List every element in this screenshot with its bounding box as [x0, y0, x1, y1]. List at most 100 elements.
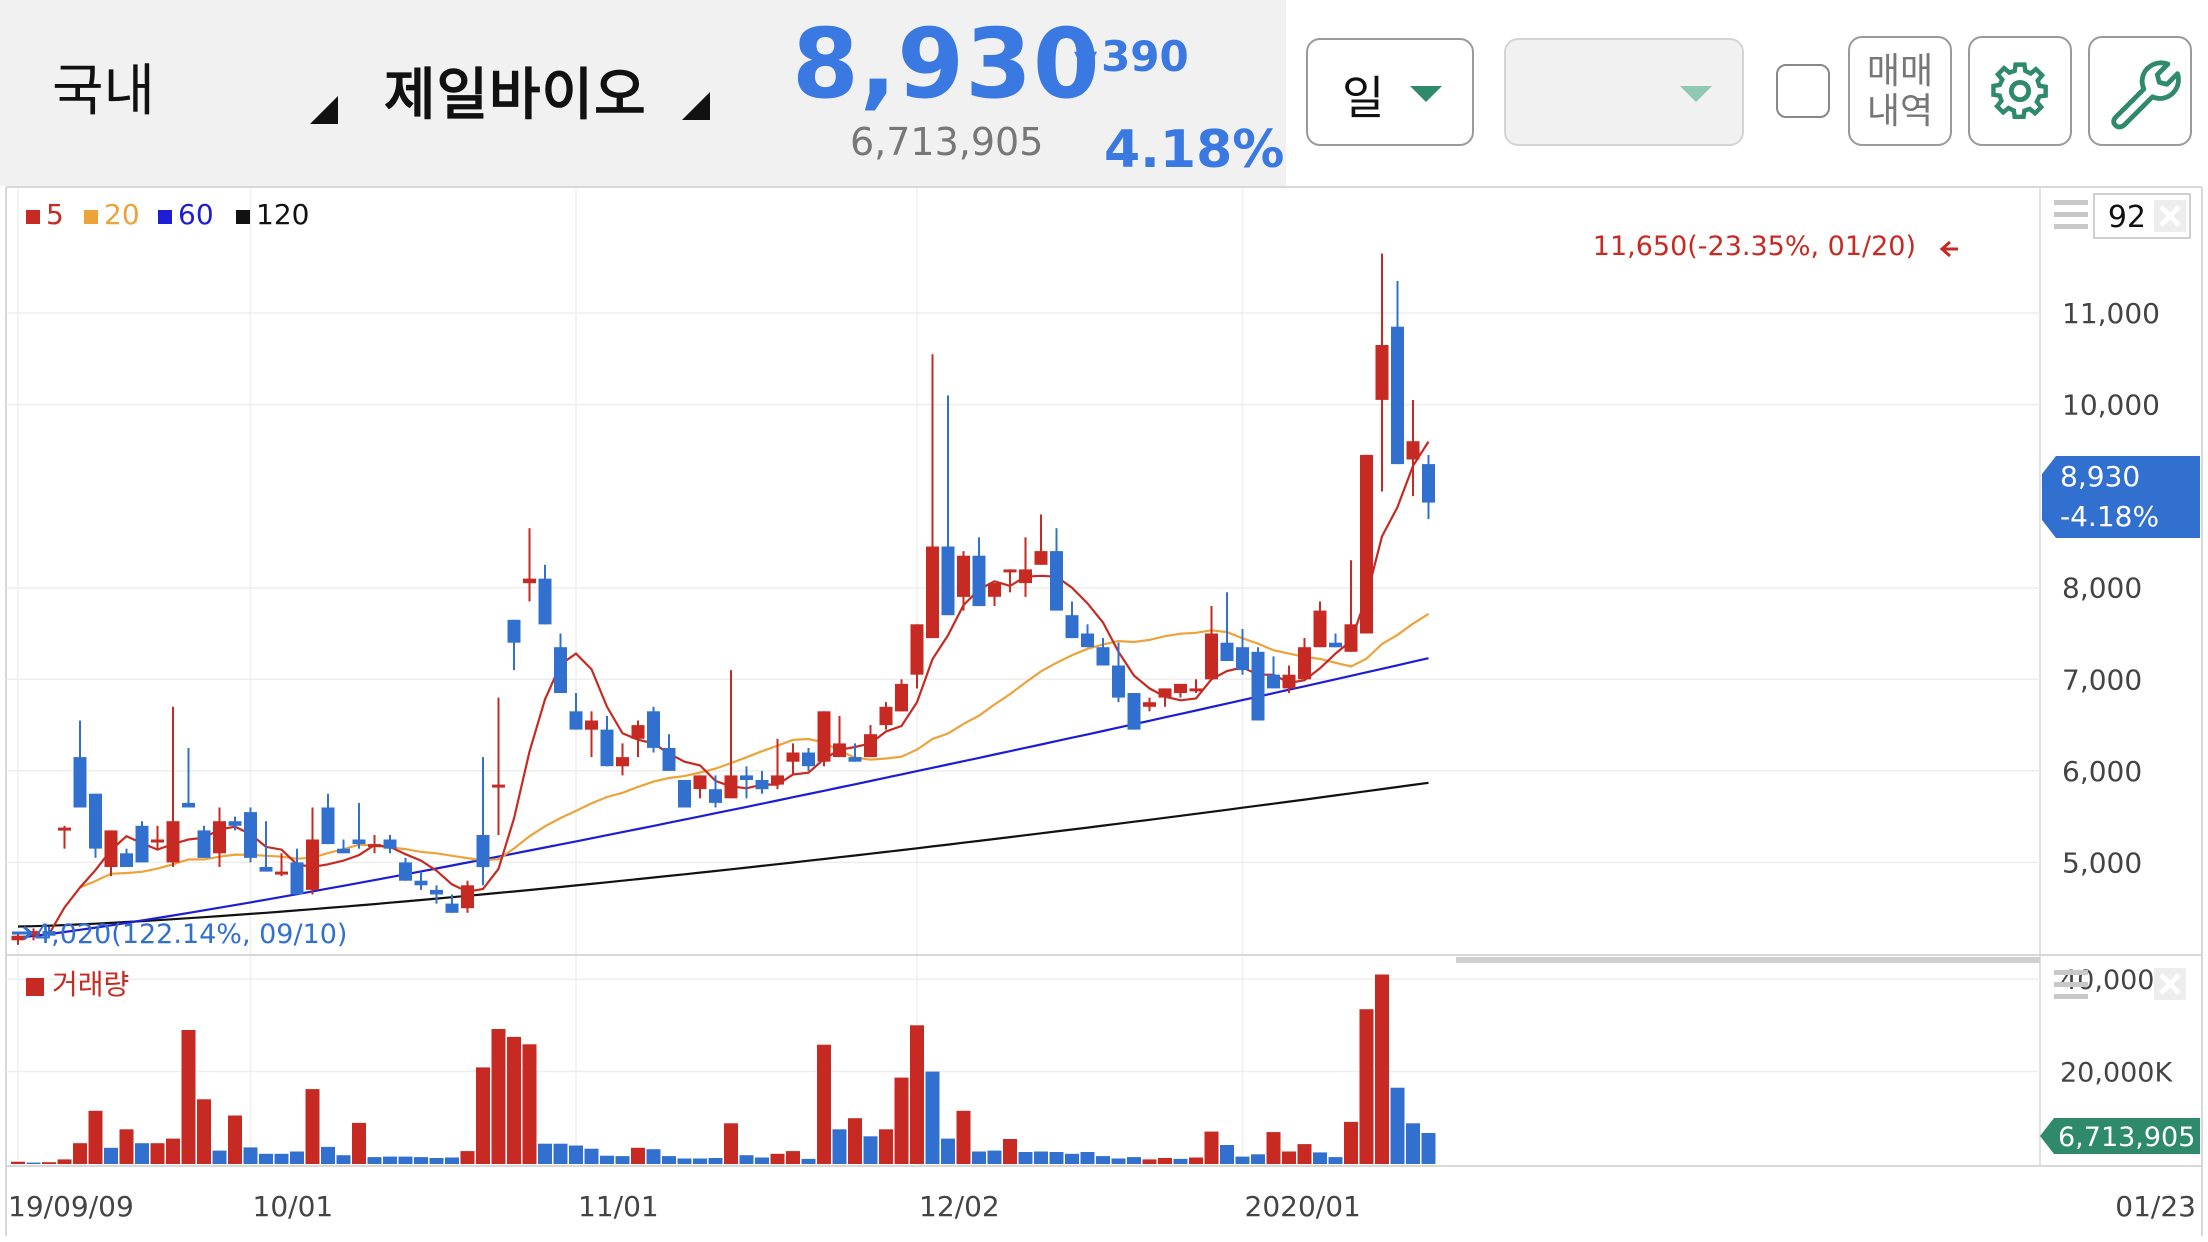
volume-bar [460, 1151, 475, 1164]
candle-body [616, 757, 629, 767]
settings-button[interactable] [1968, 36, 2072, 146]
legend-swatch-ma20 [84, 210, 98, 224]
volume-bar [801, 1158, 816, 1164]
close-icon[interactable] [2154, 200, 2186, 232]
candle-body [1329, 642, 1342, 648]
left-arrow-icon [1939, 240, 1958, 258]
stock-chart[interactable]: 11,000 10,000 8,000 7,000 6,000 5,000 40,000K 2… [0, 186, 2208, 1242]
volume-bar [11, 1161, 25, 1164]
candle-body [1375, 345, 1389, 400]
legend-label-ma120: 120 [256, 198, 309, 231]
volume-bar [538, 1143, 552, 1164]
candle-body [290, 862, 304, 895]
volume-bar [398, 1156, 413, 1164]
grid-lines [6, 188, 2040, 1166]
down-arrow-icon: ▼ [1074, 44, 1098, 79]
compare-checkbox[interactable] [1776, 64, 1830, 118]
quote-panel: 국내 제일바이오 8,930 ▼390 6,713,905 4.18% [0, 0, 1286, 186]
current-volume-label: 6,713,905 [2058, 1122, 2195, 1153]
candle-body [879, 706, 893, 726]
volume-bar [57, 1159, 72, 1164]
volume-bar [104, 1147, 118, 1164]
volume-bar [1328, 1157, 1343, 1164]
indicator-select[interactable] [1504, 38, 1744, 146]
candle-body [104, 830, 118, 867]
candle-body [724, 775, 738, 799]
volume-bar [1390, 1087, 1405, 1164]
volume-legend: 거래량 [26, 968, 129, 1001]
wrench-icon [2111, 60, 2181, 130]
candle-body [197, 830, 211, 858]
candle-body [1189, 688, 1203, 692]
volume-bar [445, 1157, 459, 1164]
stock-dropdown-icon[interactable] [682, 92, 710, 120]
volume-bar [181, 1030, 196, 1164]
candle-body [802, 752, 815, 767]
volume-bar [755, 1157, 769, 1164]
time-tick-label: 11/01 [578, 1190, 659, 1223]
chart-canvas[interactable]: 11,00010,0008,0007,0006,0005,00040,000K2… [0, 186, 2208, 1242]
tools-button[interactable] [2088, 36, 2192, 146]
candle-body [957, 555, 970, 597]
candle-body [492, 784, 505, 788]
low-annotation: 4,020(122.14%, 09/10) [12, 919, 347, 950]
candle-body [864, 734, 877, 758]
legend-label-ma5: 5 [46, 198, 64, 231]
volume-bar [1158, 1158, 1172, 1164]
volume-bar [228, 1115, 242, 1164]
gear-icon [1991, 62, 2048, 120]
candle-body [662, 748, 676, 771]
volume-legend-swatch [26, 978, 44, 996]
candle-body [988, 583, 1001, 597]
trade-history-button[interactable]: 매매 내역 [1848, 36, 1952, 146]
volume-bar [662, 1156, 676, 1164]
candle-body [941, 546, 955, 616]
volume-bar [336, 1155, 351, 1164]
price-menu-icon[interactable] [2054, 200, 2088, 229]
volume-bar [1065, 1153, 1079, 1164]
candle-body [1313, 610, 1327, 648]
volume-bar [848, 1118, 862, 1164]
candle-body [120, 853, 133, 867]
volume-menu-icon[interactable] [2054, 970, 2088, 999]
candle-body [228, 821, 242, 826]
volume-bar [956, 1110, 971, 1164]
close-icon[interactable] [2154, 968, 2186, 1000]
volume-title: 거래량 [52, 968, 129, 1001]
volume-bar [1297, 1144, 1312, 1164]
volume-bar [569, 1145, 583, 1164]
volume-bar [42, 1162, 56, 1164]
volume-bar [786, 1151, 800, 1164]
volume-bar [1406, 1123, 1420, 1164]
volume-bar [708, 1158, 723, 1164]
price-change: ▼390 [1074, 32, 1189, 81]
candle-body [1406, 441, 1420, 460]
volume-bar [631, 1147, 645, 1164]
candle-body [926, 546, 939, 639]
top-bar: 국내 제일바이오 8,930 ▼390 6,713,905 4.18% 일 매매… [0, 0, 2208, 186]
market-selector[interactable]: 국내 [52, 46, 155, 127]
chevron-down-icon [1680, 86, 1712, 102]
volume-bar [1189, 1157, 1203, 1164]
candle-body [1391, 326, 1404, 465]
time-tick-label: 2020/01 [1245, 1190, 1361, 1223]
volume-bar [863, 1136, 878, 1164]
volume-bar [972, 1151, 986, 1164]
period-select[interactable]: 일 [1306, 38, 1474, 146]
axis-labels: 11,00010,0008,0007,0006,0005,00040,000K2… [8, 297, 2196, 1223]
volume-bar [274, 1153, 289, 1164]
volume-bar [677, 1158, 692, 1164]
candle-body [786, 752, 800, 762]
volume-bar [646, 1149, 661, 1164]
volume-bar [1235, 1156, 1250, 1164]
ma5-line [48, 441, 1430, 935]
price-tick-label: 5,000 [2062, 846, 2142, 879]
market-dropdown-icon[interactable] [310, 96, 338, 124]
volume-bar [414, 1157, 428, 1164]
zoom-value: 92 [2108, 200, 2146, 235]
volume-bar [491, 1029, 506, 1164]
volume-bar [910, 1025, 924, 1164]
candle-body [1034, 551, 1048, 565]
candle-body [259, 867, 273, 872]
stock-name[interactable]: 제일바이오 [384, 50, 647, 131]
